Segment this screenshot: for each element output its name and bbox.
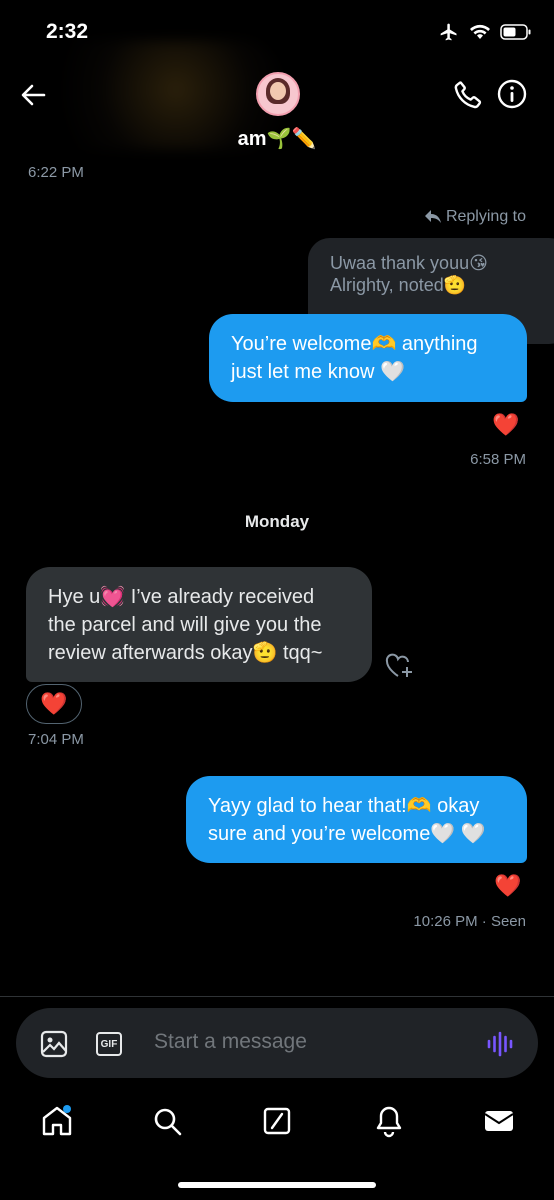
- home-icon[interactable]: [40, 1104, 74, 1138]
- incoming-message[interactable]: Hye u💓 I’ve already received the parcel …: [26, 567, 372, 682]
- status-time: 2:32: [46, 20, 89, 43]
- replying-to: Replying to: [424, 208, 526, 226]
- back-arrow-icon[interactable]: [18, 80, 48, 110]
- battery-icon: [500, 24, 531, 40]
- day-separator: Monday: [244, 512, 310, 531]
- message-line: You’re welcome🫶 anything: [231, 333, 478, 355]
- seen-label: · Seen: [481, 913, 526, 930]
- quoted-line: Uwaa thank youu😘: [330, 253, 488, 273]
- phone-icon[interactable]: [452, 78, 484, 110]
- message-line: Yayy glad to hear that!🫶 okay: [208, 795, 480, 817]
- message-line: Hye u💓 I’ve already received: [48, 586, 315, 608]
- grok-icon[interactable]: [260, 1104, 294, 1138]
- message-timestamp: 10:26 PM: [413, 913, 478, 930]
- message-line: sure and you’re welcome🤍 🤍: [208, 823, 486, 845]
- reaction-heart[interactable]: ❤️: [492, 412, 519, 438]
- reaction-heart[interactable]: ❤️: [494, 873, 521, 899]
- status-icons: [438, 22, 532, 42]
- info-icon[interactable]: [496, 78, 528, 110]
- home-indicator: [178, 1182, 376, 1188]
- gif-label: GIF: [100, 1038, 118, 1050]
- message-status: 10:26 PM · Seen: [413, 913, 526, 930]
- message-timestamp: 6:22 PM: [28, 164, 84, 181]
- outgoing-message[interactable]: Yayy glad to hear that!🫶 okay sure and y…: [186, 776, 527, 863]
- replying-to-label: Replying to: [445, 208, 526, 225]
- outgoing-message[interactable]: You’re welcome🫶 anything just let me kno…: [209, 314, 527, 402]
- add-reaction-icon[interactable]: [384, 652, 414, 680]
- message-timestamp: 7:04 PM: [28, 731, 84, 748]
- conversation-name[interactable]: am🌱✏️: [0, 126, 554, 151]
- reply-icon: [424, 210, 441, 223]
- wifi-icon: [470, 24, 490, 39]
- message-input[interactable]: Start a message: [154, 1030, 307, 1054]
- message-line: review afterwards okay🫡 tqq~: [48, 642, 323, 664]
- avatar[interactable]: [256, 72, 300, 116]
- airplane-icon: [440, 23, 457, 41]
- bell-icon[interactable]: [372, 1104, 406, 1138]
- voice-icon[interactable]: [486, 1030, 514, 1058]
- message-line: the parcel and will give you the: [48, 614, 322, 636]
- search-icon[interactable]: [150, 1104, 184, 1138]
- reaction-heart: ❤️: [40, 691, 68, 716]
- quoted-line: Alrighty, noted🫡: [330, 275, 467, 295]
- reaction-pill[interactable]: ❤️: [26, 684, 82, 724]
- image-icon[interactable]: [40, 1030, 68, 1058]
- gif-icon[interactable]: GIF: [96, 1032, 122, 1056]
- message-timestamp: 6:58 PM: [470, 451, 526, 468]
- message-line: just let me know 🤍: [231, 361, 405, 383]
- divider: [0, 996, 554, 997]
- avatar-face: [270, 82, 286, 100]
- mail-icon[interactable]: [482, 1104, 516, 1138]
